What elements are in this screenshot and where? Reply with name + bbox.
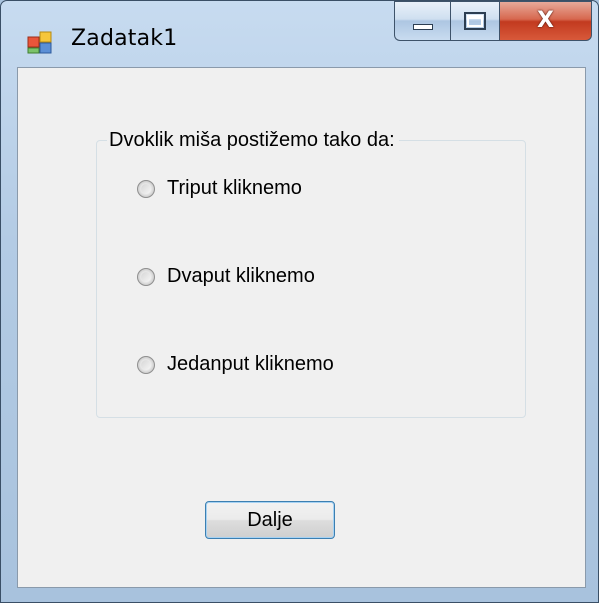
app-window-icon[interactable] [27,30,53,54]
question-label: Dvoklik miša postižemo tako da: [107,129,399,152]
caption-buttons: X [394,1,592,43]
window-title: Zadatak1 [71,26,178,51]
title-bar[interactable]: Zadatak1 X [1,1,598,67]
form-client-area: Dvoklik miša postižemo tako da: Triput k… [17,67,586,588]
app-window: Zadatak1 X Dvoklik miša postižemo tako d… [0,0,599,603]
close-button[interactable]: X [500,1,592,41]
minimize-button[interactable] [394,1,450,41]
minimize-icon [412,24,433,30]
radio-option-label[interactable]: Triput kliknemo [167,177,302,200]
radio-button-icon[interactable] [137,179,155,198]
next-button[interactable]: Dalje [205,501,335,539]
close-icon: X [537,8,554,33]
maximize-button[interactable] [450,1,500,41]
radio-option-label[interactable]: Jedanput kliknemo [167,353,334,376]
radio-option-triput[interactable]: Triput kliknemo [137,177,302,200]
radio-option-jedanput[interactable]: Jedanput kliknemo [137,353,334,376]
radio-button-icon[interactable] [137,355,155,374]
radio-button-icon[interactable] [137,267,155,286]
maximize-icon [464,12,486,30]
radio-option-dvaput[interactable]: Dvaput kliknemo [137,265,315,288]
question-groupbox: Dvoklik miša postižemo tako da: Triput k… [96,129,526,418]
radio-option-label[interactable]: Dvaput kliknemo [167,265,315,288]
